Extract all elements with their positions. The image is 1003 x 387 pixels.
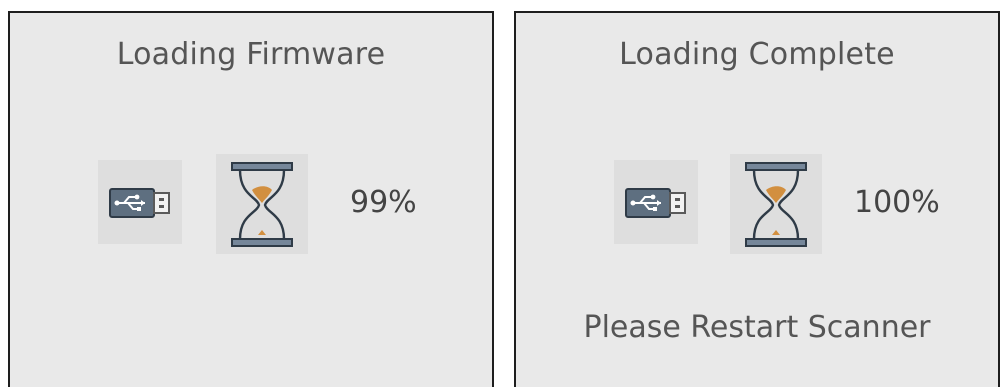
hourglass-icon (216, 154, 308, 254)
hourglass-icon (730, 154, 822, 254)
panel-title: Loading Complete (619, 37, 895, 72)
usb-drive-icon (614, 160, 698, 244)
progress-percentage: 100% (854, 185, 940, 220)
loading-complete-panel: Loading Complete 100% Please Restart Sca… (514, 11, 1000, 387)
panel-title: Loading Firmware (116, 37, 386, 72)
screenshot-stage: Loading Firmware 99% Loading Complete 10… (0, 0, 1003, 387)
progress-percentage: 99% (350, 185, 417, 220)
usb-drive-icon (98, 160, 182, 244)
firmware-loading-panel: Loading Firmware 99% (8, 11, 494, 387)
restart-instruction: Please Restart Scanner (583, 310, 931, 345)
